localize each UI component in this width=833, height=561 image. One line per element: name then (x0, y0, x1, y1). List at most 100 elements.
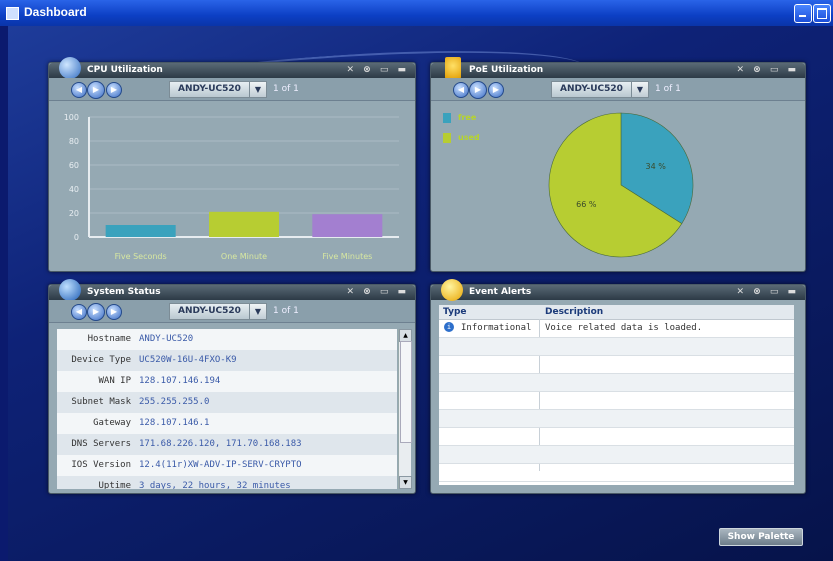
chevron-down-icon[interactable]: ▼ (249, 82, 266, 97)
status-value: UC520W-16U-4FXO-K9 (139, 355, 237, 365)
prev-icon[interactable]: ◀ (453, 82, 469, 98)
column-header-description[interactable]: Description (545, 307, 603, 317)
device-select-value: ANDY-UC520 (178, 84, 241, 94)
column-header-type[interactable]: Type (443, 307, 466, 317)
window-titlebar: Dashboard (0, 0, 833, 26)
y-tick-label: 60 (69, 161, 79, 170)
system-status-panel: System Status ✕ ⊗ ▭ ▬ ◀ ▶ ▶ ANDY-UC520 ▼… (48, 279, 416, 494)
cpu-bar-chart: 0 20 40 60 80 100 Five Seconds One Minute Five M… (64, 113, 399, 261)
status-value: ANDY-UC520 (139, 334, 194, 344)
pager-text: 1 of 1 (655, 84, 681, 94)
status-value: 3 days, 22 hours, 32 minutes (139, 481, 291, 489)
status-value: 128.107.146.194 (139, 376, 221, 386)
prev-icon[interactable]: ◀ (71, 304, 87, 320)
panel-toolbar: ◀ ▶ ▶ ANDY-UC520 ▼ 1 of 1 (49, 78, 415, 101)
panel-toolbar: ◀ ▶ ▶ ANDY-UC520 ▼ 1 of 1 (49, 300, 415, 323)
x-tick-label: One Minute (221, 252, 267, 261)
panel-controls[interactable]: ✕ ⊗ ▭ ▬ (737, 287, 800, 297)
panel-header: PoE Utilization ✕ ⊗ ▭ ▬ (431, 57, 805, 79)
pie-data-label: 66 % (576, 200, 597, 209)
x-tick-label: Five Seconds (115, 252, 167, 261)
device-select-value: ANDY-UC520 (178, 306, 241, 316)
panel-title: System Status (87, 287, 161, 297)
y-tick-label: 40 (69, 185, 79, 194)
panel-title: CPU Utilization (87, 65, 163, 75)
x-tick-label: Five Minutes (322, 252, 372, 261)
cpu-utilization-panel: CPU Utilization ✕ ⊗ ▭ ▬ ◀ ▶ ▶ ANDY-UC520… (48, 57, 416, 272)
event-type: Informational (461, 323, 532, 333)
play-icon[interactable]: ▶ (469, 81, 487, 99)
event-alerts-table: Type Description i Informational Voice r… (439, 305, 794, 485)
panel-controls[interactable]: ✕ ⊗ ▭ ▬ (347, 287, 410, 297)
device-select[interactable]: ANDY-UC520 ▼ (169, 303, 267, 320)
list-item: DNS Servers 171.68.226.120, 171.70.168.18… (57, 434, 397, 455)
play-icon[interactable]: ▶ (87, 303, 105, 321)
app-icon (6, 7, 19, 20)
status-label: Uptime (98, 481, 131, 489)
minimize-button[interactable] (794, 4, 812, 23)
globe-icon (59, 279, 81, 301)
chevron-down-icon[interactable]: ▼ (631, 82, 648, 97)
alert-icon (441, 279, 463, 301)
event-alerts-panel: Event Alerts ✕ ⊗ ▭ ▬ Type Description i … (430, 279, 806, 494)
info-icon: i (444, 322, 454, 332)
legend-swatch-free (443, 113, 451, 123)
table-row[interactable]: i Informational Voice related data is lo… (439, 320, 794, 338)
panel-controls[interactable]: ✕ ⊗ ▭ ▬ (737, 65, 800, 75)
next-icon[interactable]: ▶ (106, 82, 122, 98)
device-select[interactable]: ANDY-UC520 ▼ (169, 81, 267, 98)
table-row (439, 374, 794, 392)
table-row (439, 464, 794, 482)
bar (105, 225, 176, 237)
scroll-thumb[interactable] (400, 341, 412, 443)
scroll-down-icon[interactable]: ▼ (399, 476, 412, 489)
panel-controls[interactable]: ✕ ⊗ ▭ ▬ (347, 65, 410, 75)
status-value: 12.4(11r)XW-ADV-IP-SERV-CRYPTO (139, 460, 302, 470)
poe-utilization-panel: PoE Utilization ✕ ⊗ ▭ ▬ ◀ ▶ ▶ ANDY-UC520… (430, 57, 806, 272)
panel-header: Event Alerts ✕ ⊗ ▭ ▬ (431, 279, 805, 301)
status-value: 128.107.146.1 (139, 418, 210, 428)
list-item: WAN IP 128.107.146.194 (57, 371, 397, 392)
show-palette-button[interactable]: Show Palette (719, 528, 803, 546)
prev-icon[interactable]: ◀ (71, 82, 87, 98)
table-row (439, 410, 794, 428)
lightning-icon (445, 57, 461, 79)
panel-title: PoE Utilization (469, 65, 544, 75)
panel-header: CPU Utilization ✕ ⊗ ▭ ▬ (49, 57, 415, 79)
next-icon[interactable]: ▶ (488, 82, 504, 98)
play-icon[interactable]: ▶ (87, 81, 105, 99)
table-row (439, 392, 794, 410)
status-label: Device Type (71, 355, 131, 365)
maximize-button[interactable] (813, 4, 831, 23)
status-label: IOS Version (71, 460, 131, 470)
list-item: Device Type UC520W-16U-4FXO-K9 (57, 350, 397, 371)
chevron-down-icon[interactable]: ▼ (249, 304, 266, 319)
window-title: Dashboard (24, 5, 87, 19)
table-row (439, 428, 794, 446)
device-select-value: ANDY-UC520 (560, 84, 623, 94)
y-tick-label: 100 (64, 113, 79, 122)
bar (312, 214, 383, 237)
list-item: Hostname ANDY-UC520 (57, 329, 397, 350)
legend-swatch-used (443, 133, 451, 143)
list-item: IOS Version 12.4(11r)XW-ADV-IP-SERV-CRYPT… (57, 455, 397, 476)
legend-label-free: free (458, 113, 477, 122)
table-row (439, 338, 794, 356)
pager-text: 1 of 1 (273, 84, 299, 94)
next-icon[interactable]: ▶ (106, 304, 122, 320)
pager-text: 1 of 1 (273, 306, 299, 316)
y-tick-label: 0 (74, 233, 79, 242)
table-row (439, 446, 794, 464)
system-status-list[interactable]: Hostname ANDY-UC520 Device Type UC520W-16U-… (57, 329, 397, 489)
status-label: WAN IP (98, 376, 131, 386)
bar (209, 211, 279, 237)
system-status-scrollbar[interactable]: ▲ ▼ (398, 329, 412, 489)
list-item: Gateway 128.107.146.1 (57, 413, 397, 434)
status-label: Gateway (93, 418, 131, 428)
event-description: Voice related data is loaded. (545, 323, 703, 333)
panel-header: System Status ✕ ⊗ ▭ ▬ (49, 279, 415, 301)
cpu-icon (59, 57, 81, 79)
status-label: Hostname (87, 334, 131, 344)
status-label: Subnet Mask (71, 397, 131, 407)
device-select[interactable]: ANDY-UC520 ▼ (551, 81, 649, 98)
